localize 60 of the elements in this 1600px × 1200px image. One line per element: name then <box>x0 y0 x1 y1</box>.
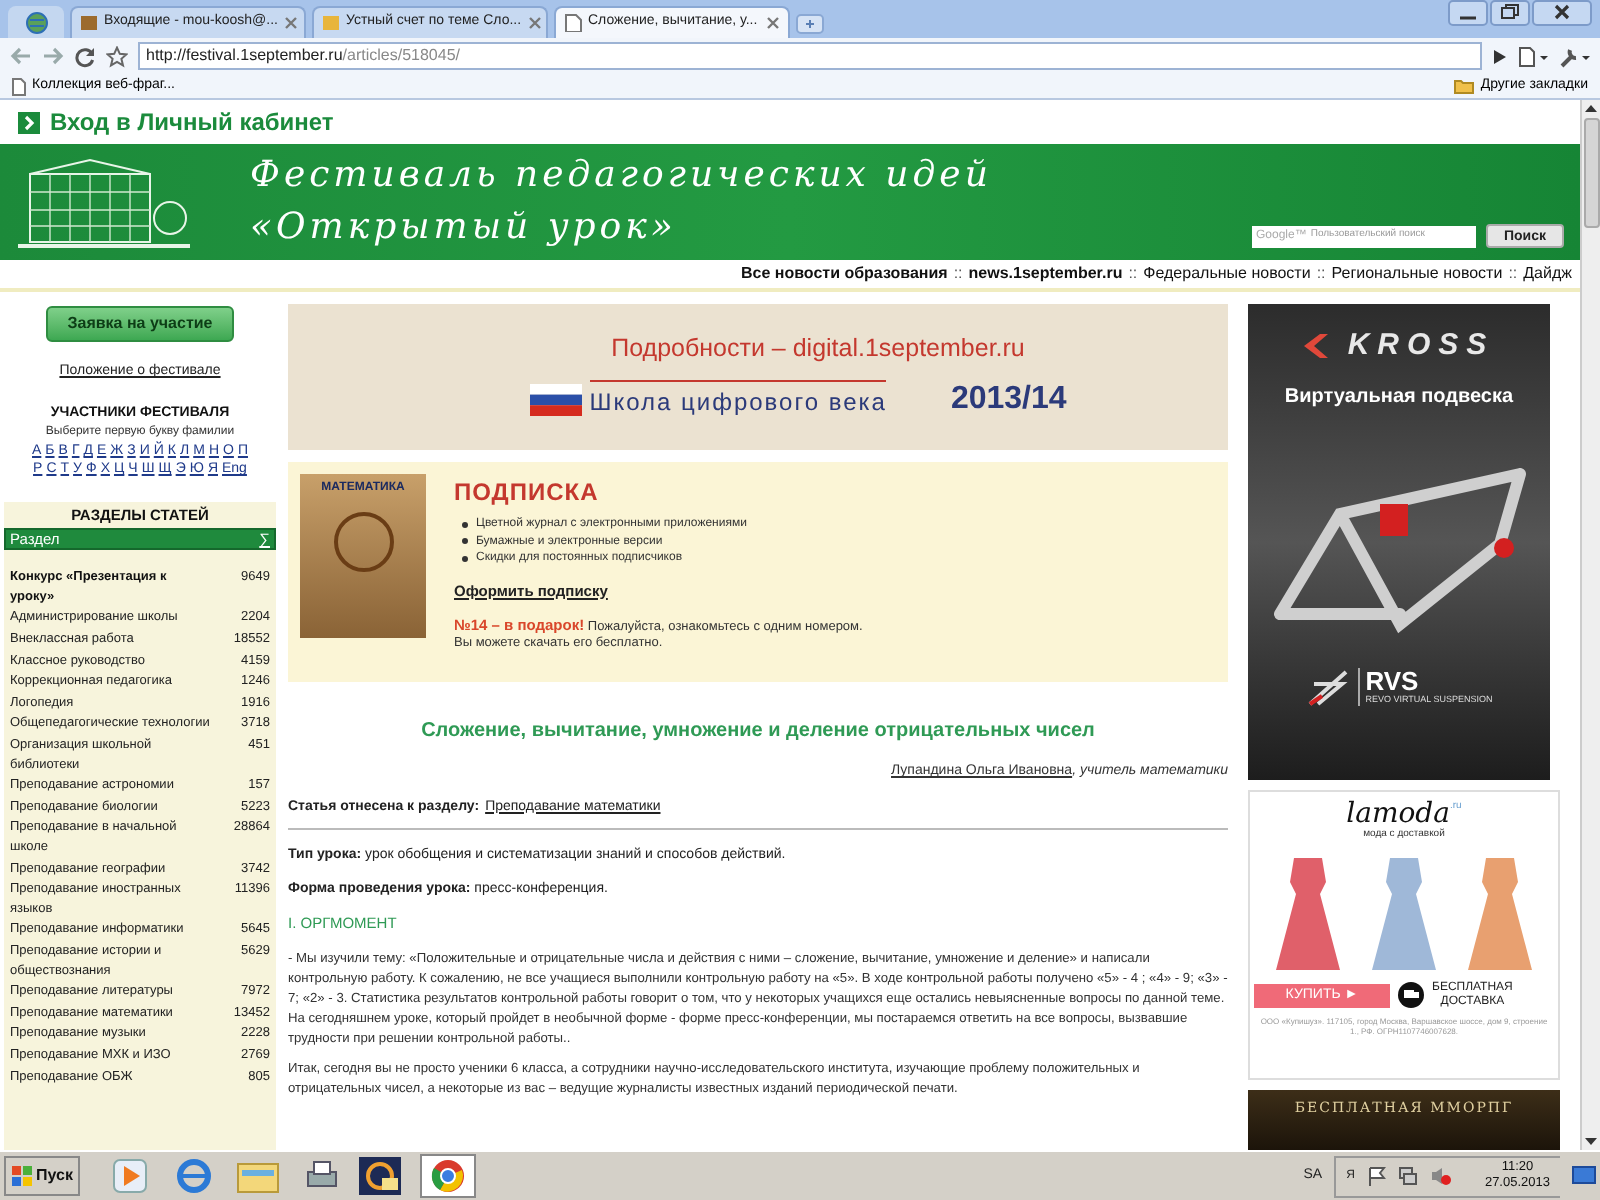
promo-subtitle: Школа цифрового века <box>589 379 887 420</box>
emblem-icon <box>1305 667 1350 707</box>
play-icon[interactable] <box>1492 47 1508 65</box>
news-link[interactable]: Все новости образования <box>741 262 948 286</box>
windows-logo-icon <box>12 1166 32 1186</box>
flag-icon <box>529 383 582 416</box>
wrench-icon[interactable] <box>1558 45 1590 67</box>
separator: :: <box>1316 262 1326 286</box>
news-link[interactable]: Региональные новости <box>1331 262 1503 286</box>
apply-button[interactable]: Заявка на участие <box>46 306 234 342</box>
dress-drawing <box>1462 853 1538 973</box>
globe-icon[interactable] <box>176 1158 213 1194</box>
network-icon[interactable] <box>1398 1166 1419 1186</box>
flag-icon[interactable] <box>1366 1166 1387 1186</box>
minimize-icon[interactable] <box>1448 0 1488 26</box>
ad-logo: KROSS <box>1347 326 1495 366</box>
ad-logo: lamoda <box>1346 800 1450 828</box>
close-icon[interactable] <box>1532 0 1592 26</box>
news-link[interactable]: news.1september.ru <box>968 262 1123 286</box>
promo-year: 2013/14 <box>950 379 1067 420</box>
arrow-icon <box>18 111 40 133</box>
scrollbar[interactable] <box>1580 100 1600 1150</box>
close-icon[interactable] <box>766 16 780 30</box>
scroll-thumb[interactable] <box>1583 118 1599 228</box>
promo-link[interactable]: Подробности – digital.1september.ru <box>611 330 1025 368</box>
login-link[interactable]: Вход в Личный кабинет <box>50 104 334 140</box>
dress-drawing <box>1270 853 1346 973</box>
address-field[interactable]: http://festival.1september.ru/articles/518045/ <box>138 42 1482 70</box>
circle-drawing <box>329 508 397 576</box>
separator: :: <box>1508 262 1518 286</box>
article-title: Сложение, вычитание, умножение и деление отрицательных чисел <box>419 718 1097 746</box>
news-link[interactable]: Федеральные новости <box>1143 262 1311 286</box>
restore-icon[interactable] <box>1490 0 1530 26</box>
truck-icon <box>1398 982 1424 1008</box>
start-button[interactable]: Пуск <box>4 1156 81 1196</box>
bullet-icon <box>462 555 468 562</box>
bullet-icon <box>462 538 468 545</box>
bullet-icon <box>462 521 468 528</box>
site-title: «Открытый урок» <box>250 204 679 252</box>
news-link[interactable]: Дайдж <box>1523 262 1572 286</box>
browser-tab[interactable] <box>8 6 64 38</box>
dress-drawing <box>1366 853 1442 973</box>
down-arrow-icon[interactable] <box>1582 1132 1600 1150</box>
page-icon <box>564 14 582 32</box>
new-tab-icon[interactable] <box>796 14 824 34</box>
up-arrow-icon[interactable] <box>1582 100 1600 118</box>
subscription-heading: ПОДПИСКА <box>454 476 601 510</box>
globe-icon <box>25 11 47 33</box>
page-menu-icon[interactable] <box>1518 45 1548 67</box>
reload-icon[interactable] <box>74 45 96 67</box>
page-icon <box>12 77 26 95</box>
desktop-icon[interactable] <box>1572 1166 1596 1186</box>
browser-icon[interactable] <box>420 1154 477 1198</box>
ad-brand: RVS <box>1365 667 1419 694</box>
star-icon[interactable] <box>106 45 128 67</box>
separator: :: <box>1128 262 1138 286</box>
ad-headline: Виртуальная подвеска <box>1284 383 1514 411</box>
site-title: Фестиваль педагогических идей <box>250 152 992 200</box>
separator: :: <box>953 262 963 286</box>
speaker-muted-icon[interactable] <box>1430 1166 1453 1186</box>
